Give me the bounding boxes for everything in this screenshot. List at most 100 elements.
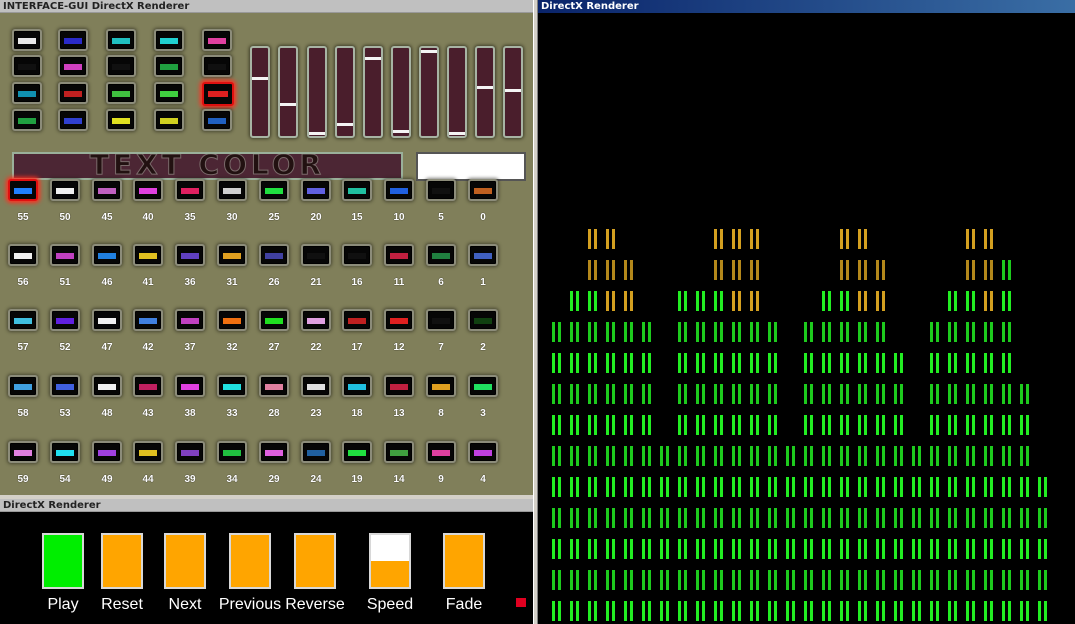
effect-thumb[interactable]	[106, 82, 136, 104]
effect-thumb[interactable]	[106, 109, 136, 131]
preset-thumb[interactable]	[301, 441, 331, 463]
effect-thumb[interactable]	[154, 55, 184, 77]
slider-handle[interactable]	[505, 89, 521, 92]
preset-thumb[interactable]	[175, 179, 205, 201]
preset-thumb[interactable]	[384, 244, 414, 266]
preset-thumb[interactable]	[217, 244, 247, 266]
preset-thumb[interactable]	[8, 441, 38, 463]
slider-handle[interactable]	[280, 103, 296, 106]
preset-thumb[interactable]	[342, 309, 372, 331]
preset-thumb[interactable]	[384, 441, 414, 463]
preset-thumb[interactable]	[8, 179, 38, 201]
preset-thumb[interactable]	[259, 375, 289, 397]
preset-thumb[interactable]	[92, 244, 122, 266]
effect-thumb[interactable]	[12, 29, 42, 51]
preset-thumb[interactable]	[259, 309, 289, 331]
preset-thumb[interactable]	[8, 375, 38, 397]
control-button-speed[interactable]	[369, 533, 411, 589]
level-slider[interactable]	[363, 46, 383, 138]
effect-thumb[interactable]	[12, 109, 42, 131]
preset-thumb[interactable]	[50, 244, 80, 266]
slider-handle[interactable]	[449, 132, 465, 135]
preset-thumb[interactable]	[342, 441, 372, 463]
preset-thumb[interactable]	[468, 244, 498, 266]
preset-thumb[interactable]	[301, 309, 331, 331]
preset-thumb[interactable]	[133, 441, 163, 463]
preset-thumb[interactable]	[426, 179, 456, 201]
effect-thumb[interactable]	[12, 55, 42, 77]
preset-thumb[interactable]	[468, 309, 498, 331]
preset-thumb[interactable]	[301, 179, 331, 201]
preset-thumb[interactable]	[426, 375, 456, 397]
preset-thumb[interactable]	[8, 244, 38, 266]
level-slider[interactable]	[391, 46, 411, 138]
preset-thumb[interactable]	[217, 375, 247, 397]
slider-handle[interactable]	[252, 77, 268, 80]
preset-thumb[interactable]	[468, 375, 498, 397]
control-button-reverse[interactable]	[294, 533, 336, 589]
preset-thumb[interactable]	[133, 179, 163, 201]
preset-thumb[interactable]	[342, 179, 372, 201]
level-slider[interactable]	[475, 46, 495, 138]
preset-thumb[interactable]	[259, 244, 289, 266]
effect-thumb[interactable]	[106, 29, 136, 51]
preset-thumb[interactable]	[133, 375, 163, 397]
preset-thumb[interactable]	[259, 441, 289, 463]
preset-thumb[interactable]	[384, 179, 414, 201]
effect-thumb[interactable]	[58, 55, 88, 77]
effect-thumb[interactable]	[202, 55, 232, 77]
preset-thumb[interactable]	[175, 244, 205, 266]
preset-thumb[interactable]	[468, 441, 498, 463]
control-button-fade[interactable]	[443, 533, 485, 589]
preset-thumb[interactable]	[92, 179, 122, 201]
preset-thumb[interactable]	[92, 375, 122, 397]
level-slider[interactable]	[307, 46, 327, 138]
preset-thumb[interactable]	[426, 244, 456, 266]
effect-thumb[interactable]	[106, 55, 136, 77]
preset-thumb[interactable]	[384, 309, 414, 331]
preset-thumb[interactable]	[133, 244, 163, 266]
slider-handle[interactable]	[309, 132, 325, 135]
preset-thumb[interactable]	[217, 441, 247, 463]
preset-thumb[interactable]	[342, 244, 372, 266]
effect-thumb[interactable]	[202, 109, 232, 131]
preset-thumb[interactable]	[384, 375, 414, 397]
slider-handle[interactable]	[421, 50, 437, 53]
preset-thumb[interactable]	[92, 309, 122, 331]
effect-thumb[interactable]	[58, 109, 88, 131]
slider-handle[interactable]	[393, 130, 409, 133]
effect-thumb[interactable]	[58, 82, 88, 104]
control-button-previous[interactable]	[229, 533, 271, 589]
preset-thumb[interactable]	[175, 441, 205, 463]
level-slider[interactable]	[335, 46, 355, 138]
preset-thumb[interactable]	[342, 375, 372, 397]
level-slider[interactable]	[419, 46, 439, 138]
slider-handle[interactable]	[477, 86, 493, 89]
slider-handle[interactable]	[337, 123, 353, 126]
preset-thumb[interactable]	[175, 309, 205, 331]
preset-thumb[interactable]	[50, 441, 80, 463]
preset-thumb[interactable]	[8, 309, 38, 331]
preset-thumb[interactable]	[217, 179, 247, 201]
effect-thumb[interactable]	[154, 82, 184, 104]
preset-thumb[interactable]	[175, 375, 205, 397]
level-slider[interactable]	[447, 46, 467, 138]
text-color-input[interactable]	[416, 152, 526, 181]
level-slider[interactable]	[278, 46, 298, 138]
preset-thumb[interactable]	[133, 309, 163, 331]
preset-thumb[interactable]	[301, 375, 331, 397]
preset-thumb[interactable]	[92, 441, 122, 463]
level-slider[interactable]	[250, 46, 270, 138]
preset-thumb[interactable]	[217, 309, 247, 331]
control-button-next[interactable]	[164, 533, 206, 589]
preset-thumb[interactable]	[259, 179, 289, 201]
preset-thumb[interactable]	[301, 244, 331, 266]
preset-thumb[interactable]	[50, 309, 80, 331]
effect-thumb[interactable]	[202, 82, 234, 106]
control-button-play[interactable]	[42, 533, 84, 589]
preset-thumb[interactable]	[426, 309, 456, 331]
slider-handle[interactable]	[365, 57, 381, 60]
preset-thumb[interactable]	[468, 179, 498, 201]
preset-thumb[interactable]	[50, 375, 80, 397]
control-button-reset[interactable]	[101, 533, 143, 589]
